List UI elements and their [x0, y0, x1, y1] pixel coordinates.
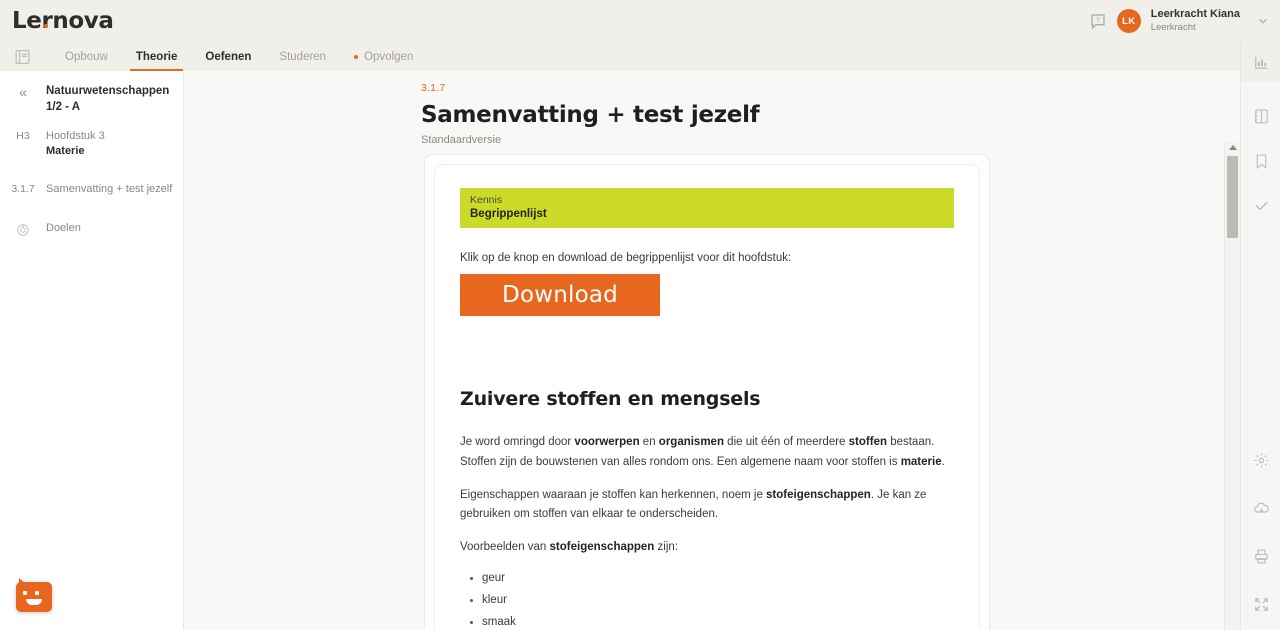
opvolgen-status-dot-icon	[354, 54, 359, 59]
collapse-left-icon: «	[19, 84, 27, 100]
content-card-inner: Kennis Begrippenlijst Klik op de knop en…	[434, 164, 980, 630]
list-item: smaak	[460, 615, 954, 630]
bookmark-icon[interactable]	[1241, 141, 1280, 181]
page-kicker: 3.1.7	[421, 82, 446, 94]
main-content: 3.1.7 Samenvatting + test jezelf Standaa…	[184, 71, 1240, 630]
tab-studeren-label: Studeren	[279, 50, 327, 63]
chat-eyes	[23, 591, 39, 595]
sidebar-chapter-key: H3	[16, 130, 30, 143]
download-intro-text: Klik op de knop en download de begrippen…	[460, 252, 792, 264]
list-item: kleur	[460, 593, 954, 608]
tab-studeren[interactable]: Studeren	[265, 42, 340, 71]
app-header: Lernova ? LK Leerkracht Kiana Leerkracht	[0, 0, 1280, 42]
tab-theorie-label: Theorie	[135, 50, 178, 63]
logo-text: Lernova	[12, 8, 114, 34]
chat-mouth	[26, 599, 42, 605]
sidebar-chapter-label: Hoofdstuk 3 Materie	[46, 129, 105, 159]
kennis-banner: Kennis Begrippenlijst	[460, 188, 954, 228]
paragraph-2: Eigenschappen waaraan je stoffen kan her…	[460, 488, 927, 521]
section-title: Zuivere stoffen en mengsels	[460, 388, 761, 410]
stofeigenschappen-list: geur kleur smaak brandbaarheid	[460, 571, 954, 630]
sidebar-lesson-label: Samenvatting + test jezelf	[46, 182, 173, 195]
printer-icon[interactable]	[1241, 536, 1280, 576]
kennis-banner-label: Kennis	[470, 194, 503, 206]
scrollbar-thumb[interactable]	[1227, 156, 1238, 238]
logo-dot-icon	[44, 24, 48, 28]
sidebar-collapse-button[interactable]: «	[0, 84, 46, 115]
tab-oefenen-label: Oefenen	[205, 50, 252, 63]
page-title: Samenvatting + test jezelf	[421, 102, 760, 128]
app-logo[interactable]: Lernova	[12, 8, 114, 34]
download-button[interactable]: Download	[460, 274, 660, 316]
tab-opbouw-label: Opbouw	[65, 50, 108, 63]
gear-icon[interactable]	[1241, 440, 1280, 480]
sidebar-chapter-subtitle: Materie	[46, 144, 85, 157]
sidebar-item-lesson[interactable]: 3.1.7 Samenvatting + test jezelf	[0, 178, 183, 201]
help-icon[interactable]: ?	[1089, 12, 1107, 30]
sidebar-lesson-key: 3.1.7	[11, 182, 35, 195]
sidebar-chapter-title: Hoofdstuk 3	[46, 130, 105, 143]
avatar[interactable]: LK	[1116, 9, 1141, 33]
check-icon[interactable]	[1241, 186, 1280, 226]
user-name: Leerkracht Kiana	[1150, 8, 1240, 21]
sidebar-item-doelen[interactable]: Doelen	[0, 217, 183, 241]
paragraph-1: Je word omringd door voorwerpen en organ…	[460, 436, 945, 468]
app-root: Lernova ? LK Leerkracht Kiana Leerkracht	[0, 0, 1280, 630]
chevron-down-icon[interactable]	[1256, 14, 1270, 28]
tab-opvolgen-label: Opvolgen	[364, 50, 414, 63]
tab-oefenen[interactable]: Oefenen	[191, 42, 265, 71]
avatar-initials: LK	[1122, 15, 1136, 27]
svg-text:?: ?	[1096, 17, 1100, 24]
fullscreen-icon[interactable]	[1241, 584, 1280, 624]
cloud-download-icon[interactable]	[1241, 488, 1280, 528]
user-block[interactable]: Leerkracht Kiana Leerkracht	[1151, 8, 1240, 34]
tool-rail-bottom	[1241, 440, 1280, 624]
page-header: 3.1.7 Samenvatting + test jezelf Standaa…	[184, 71, 1240, 146]
chat-smiley-icon[interactable]	[16, 578, 52, 612]
chart-icon[interactable]	[1241, 42, 1280, 82]
sidebar-doelen-label: Doelen	[46, 221, 81, 234]
notebook-icon[interactable]	[1241, 96, 1280, 136]
sidebar-item-chapter[interactable]: H3 Hoofdstuk 3 Materie	[0, 125, 183, 163]
download-button-label: Download	[502, 282, 618, 308]
user-role: Leerkracht	[1150, 21, 1196, 33]
nav-tabbar: Opbouw Theorie Oefenen Studeren Opvolgen	[0, 42, 1280, 71]
kennis-banner-title: Begrippenlijst	[470, 208, 547, 220]
tab-theorie[interactable]: Theorie	[122, 42, 192, 71]
paragraph-3: Voorbeelden van stofeigenschappen zijn:	[460, 541, 678, 554]
sidebar-course-label: Natuurwetenschappen 1/2 - A	[46, 85, 170, 113]
list-item: geur	[460, 571, 954, 586]
content-scrollbar[interactable]	[1224, 142, 1240, 630]
tab-opbouw[interactable]: Opbouw	[51, 42, 122, 71]
target-icon	[16, 223, 30, 237]
content-card: Kennis Begrippenlijst Klik op de knop en…	[424, 154, 990, 630]
tool-rail-top	[1241, 42, 1280, 226]
header-right-group: ? LK Leerkracht Kiana Leerkracht	[1089, 0, 1270, 42]
tool-rail	[1240, 42, 1280, 630]
book-icon[interactable]	[14, 48, 31, 66]
course-sidebar: « Natuurwetenschappen 1/2 - A H3 Hoofdst…	[0, 71, 184, 630]
tab-opvolgen[interactable]: Opvolgen	[340, 42, 427, 71]
sidebar-doelen-key	[0, 221, 46, 237]
page-subtitle: Standaardversie	[421, 134, 502, 146]
scroll-up-arrow-icon[interactable]	[1229, 145, 1237, 150]
sidebar-item-course[interactable]: « Natuurwetenschappen 1/2 - A	[0, 80, 183, 119]
